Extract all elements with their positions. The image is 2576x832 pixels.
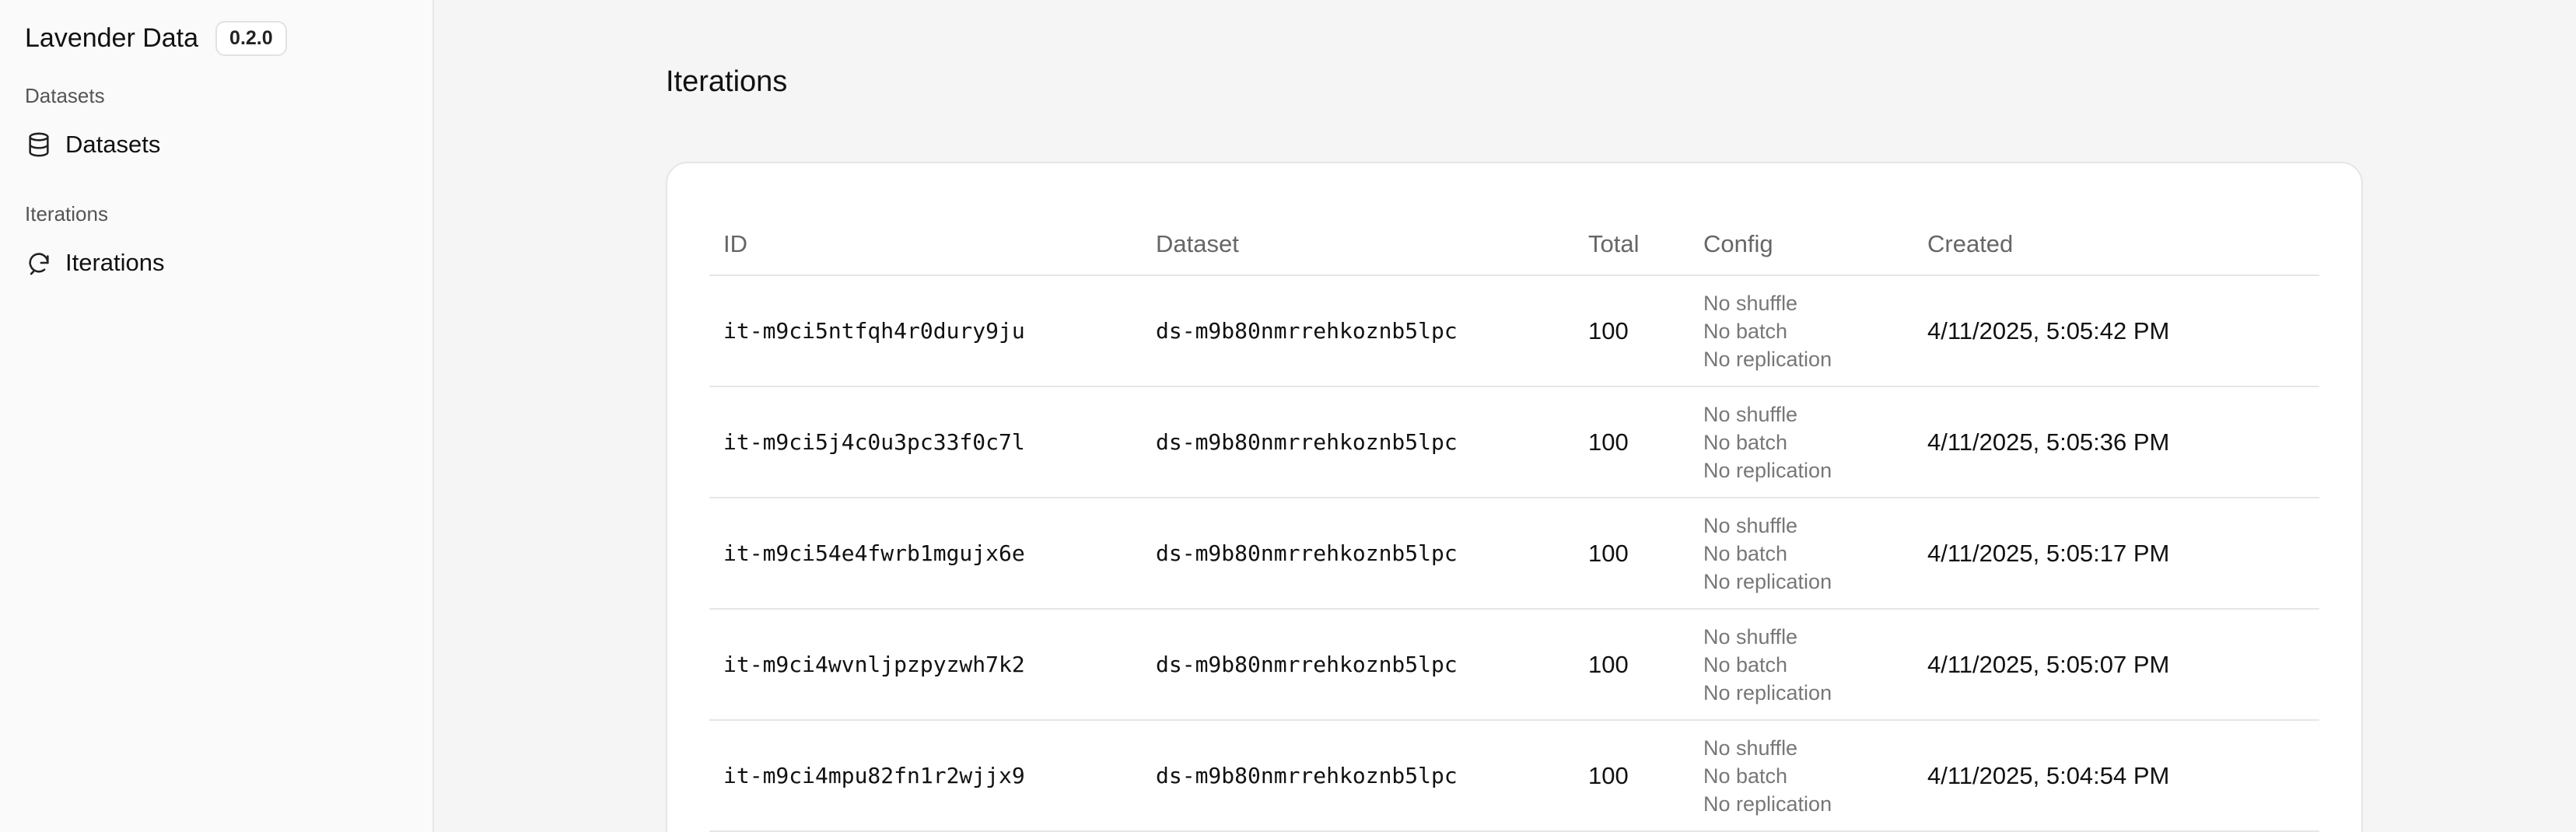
iterations-table: ID Dataset Total Config Created it-m9ci5… bbox=[709, 213, 2319, 832]
sidebar-item-label: Iterations bbox=[65, 249, 165, 276]
config-replication: No replication bbox=[1703, 347, 1832, 371]
config-shuffle: No shuffle bbox=[1703, 291, 1798, 315]
brand: Lavender Data 0.2.0 bbox=[25, 17, 408, 59]
database-icon bbox=[25, 131, 53, 159]
iteration-id[interactable]: it-m9ci5j4c0u3pc33f0c7l bbox=[709, 386, 1142, 498]
iteration-id[interactable]: it-m9ci54e4fwrb1mgujx6e bbox=[709, 498, 1142, 610]
config-shuffle: No shuffle bbox=[1703, 736, 1798, 760]
table-row[interactable]: it-m9ci4mpu82fn1r2wjjx9 ds-m9b80nmrrehko… bbox=[709, 720, 2319, 832]
total-value: 100 bbox=[1574, 498, 1689, 610]
created-timestamp: 4/11/2025, 5:05:07 PM bbox=[1913, 609, 2319, 721]
iteration-id[interactable]: it-m9ci5ntfqh4r0dury9ju bbox=[709, 275, 1142, 387]
table-row[interactable]: it-m9ci54e4fwrb1mgujx6e ds-m9b80nmrrehko… bbox=[709, 498, 2319, 610]
version-badge: 0.2.0 bbox=[215, 20, 287, 56]
dataset-id[interactable]: ds-m9b80nmrrehkoznb5lpc bbox=[1142, 720, 1574, 832]
config-replication: No replication bbox=[1703, 458, 1832, 482]
config-shuffle: No shuffle bbox=[1703, 513, 1798, 537]
sidebar: Lavender Data 0.2.0 Datasets Datasets It… bbox=[0, 0, 434, 832]
config-batch: No batch bbox=[1703, 652, 1788, 676]
config-cell: No shuffle No batch No replication bbox=[1689, 498, 1913, 610]
config-batch: No batch bbox=[1703, 764, 1788, 788]
iteration-id[interactable]: it-m9ci4mpu82fn1r2wjjx9 bbox=[709, 720, 1142, 832]
column-header-created[interactable]: Created bbox=[1913, 213, 2319, 276]
config-replication: No replication bbox=[1703, 680, 1832, 704]
config-cell: No shuffle No batch No replication bbox=[1689, 609, 1913, 721]
nav-group-label-datasets: Datasets bbox=[25, 84, 105, 107]
config-cell: No shuffle No batch No replication bbox=[1689, 275, 1913, 387]
dataset-id[interactable]: ds-m9b80nmrrehkoznb5lpc bbox=[1142, 498, 1574, 610]
config-replication: No replication bbox=[1703, 792, 1832, 816]
table-row[interactable]: it-m9ci5ntfqh4r0dury9ju ds-m9b80nmrrehko… bbox=[709, 275, 2319, 387]
config-batch: No batch bbox=[1703, 319, 1788, 343]
total-value: 100 bbox=[1574, 275, 1689, 387]
sidebar-item-datasets[interactable]: Datasets bbox=[25, 121, 408, 168]
table-header-row: ID Dataset Total Config Created bbox=[709, 213, 2319, 276]
table-row[interactable]: it-m9ci5j4c0u3pc33f0c7l ds-m9b80nmrrehko… bbox=[709, 386, 2319, 498]
refresh-icon bbox=[25, 249, 53, 277]
column-header-id[interactable]: ID bbox=[709, 213, 1142, 276]
config-shuffle: No shuffle bbox=[1703, 402, 1798, 426]
config-cell: No shuffle No batch No replication bbox=[1689, 720, 1913, 832]
config-cell: No shuffle No batch No replication bbox=[1689, 386, 1913, 498]
created-timestamp: 4/11/2025, 5:05:36 PM bbox=[1913, 386, 2319, 498]
config-shuffle: No shuffle bbox=[1703, 624, 1798, 648]
config-batch: No batch bbox=[1703, 430, 1788, 454]
main-content: Iterations ID Dataset Total Config Creat… bbox=[434, 0, 2576, 832]
column-header-total[interactable]: Total bbox=[1574, 213, 1689, 276]
dataset-id[interactable]: ds-m9b80nmrrehkoznb5lpc bbox=[1142, 275, 1574, 387]
app-title: Lavender Data bbox=[25, 23, 199, 53]
column-header-dataset[interactable]: Dataset bbox=[1142, 213, 1574, 276]
total-value: 100 bbox=[1574, 386, 1689, 498]
sidebar-item-label: Datasets bbox=[65, 131, 161, 158]
iteration-id[interactable]: it-m9ci4wvnljpzpyzwh7k2 bbox=[709, 609, 1142, 721]
created-timestamp: 4/11/2025, 5:05:42 PM bbox=[1913, 275, 2319, 387]
total-value: 100 bbox=[1574, 609, 1689, 721]
total-value: 100 bbox=[1574, 720, 1689, 832]
page-title: Iterations bbox=[666, 65, 788, 98]
nav-group-label-iterations: Iterations bbox=[25, 202, 108, 225]
sidebar-item-iterations[interactable]: Iterations bbox=[25, 239, 408, 286]
created-timestamp: 4/11/2025, 5:05:17 PM bbox=[1913, 498, 2319, 610]
config-batch: No batch bbox=[1703, 541, 1788, 565]
table-row[interactable]: it-m9ci4wvnljpzpyzwh7k2 ds-m9b80nmrrehko… bbox=[709, 609, 2319, 721]
dataset-id[interactable]: ds-m9b80nmrrehkoznb5lpc bbox=[1142, 609, 1574, 721]
config-replication: No replication bbox=[1703, 569, 1832, 593]
column-header-config[interactable]: Config bbox=[1689, 213, 1913, 276]
created-timestamp: 4/11/2025, 5:04:54 PM bbox=[1913, 720, 2319, 832]
iterations-card: ID Dataset Total Config Created it-m9ci5… bbox=[666, 162, 2363, 832]
dataset-id[interactable]: ds-m9b80nmrrehkoznb5lpc bbox=[1142, 386, 1574, 498]
